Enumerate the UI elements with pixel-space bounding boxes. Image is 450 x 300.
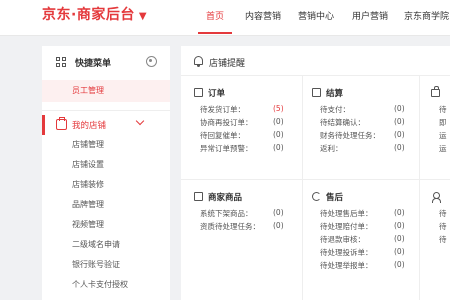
my-store-title: 我的店铺 (72, 121, 107, 131)
nav-item-jd-academy[interactable]: 京东商学院 (404, 9, 449, 22)
goods-row-value[interactable]: (0) (273, 208, 284, 217)
nav-item-user-marketing[interactable]: 用户营销 (352, 9, 388, 22)
orders-row-label[interactable]: 协商再投订单： (200, 117, 253, 128)
col3-row-label[interactable]: 待 (439, 234, 447, 245)
quick-item-label: 员工管理 (72, 86, 104, 95)
orders-row-value[interactable]: (0) (273, 117, 284, 126)
settlement-row-label[interactable]: 待支付： (320, 104, 350, 115)
nav-item-marketing-center[interactable]: 营销中心 (298, 9, 334, 22)
quick-item-staff-management[interactable]: 员工管理 (42, 80, 170, 102)
panel-title: 店铺提醒 (209, 59, 246, 69)
row-divider (181, 179, 450, 180)
sidebar-item-bank-account-verify[interactable]: 银行账号验证 (72, 259, 120, 270)
gear-icon[interactable] (146, 56, 157, 67)
settlement-row-value[interactable]: (0) (394, 104, 405, 113)
order-icon (194, 88, 203, 97)
column-divider (302, 76, 303, 300)
sidebar-item-video-management[interactable]: 视频管理 (72, 219, 104, 230)
aftersale-row-label[interactable]: 待处理投诉单： (320, 247, 373, 258)
settlement-title: 结算 (326, 89, 344, 99)
orders-row-value[interactable]: (0) (273, 143, 284, 152)
bag-icon (431, 86, 440, 97)
goods-title: 商家商品 (208, 193, 243, 203)
top-nav: 首页 内容营销 营销中心 用户营销 京东商学院 (0, 0, 450, 36)
sidebar-item-store-decoration[interactable]: 店铺装修 (72, 179, 104, 190)
aftersale-row-label[interactable]: 待处理赔付单： (320, 221, 373, 232)
col3-row-label[interactable]: 待 (439, 104, 447, 115)
orders-title: 订单 (208, 89, 226, 99)
aftersale-title: 售后 (326, 193, 344, 203)
orders-row-label[interactable]: 异常订单预警： (200, 143, 253, 154)
settlement-row-value[interactable]: (0) (394, 143, 405, 152)
settlement-icon (312, 88, 321, 97)
col3-row-label[interactable]: 运 (439, 143, 447, 154)
orders-row-value[interactable]: (0) (273, 130, 284, 139)
orders-row-label[interactable]: 待回复催单： (200, 130, 245, 141)
aftersale-row-label[interactable]: 待处理举报单： (320, 260, 373, 271)
sidebar: 快捷菜单 员工管理 我的店铺 店铺管理 店铺设置 店铺装修 品牌管理 视频管理 … (42, 46, 170, 300)
settlement-row-label[interactable]: 返利： (320, 143, 343, 154)
aftersale-row-value[interactable]: (0) (394, 221, 405, 230)
chevron-down-icon[interactable] (135, 116, 145, 126)
col3-row-label[interactable]: 即 (439, 117, 447, 128)
refresh-icon (312, 192, 321, 201)
top-header: 京东·商家后台 ▼ 首页 内容营销 营销中心 用户营销 京东商学院 (0, 0, 450, 36)
goods-icon (194, 192, 203, 201)
store-reminder-panel: 店铺提醒 订单 待发货订单： (5) 协商再投订单： (0) 待回复催单： (0… (181, 46, 450, 300)
aftersale-row-label[interactable]: 待退款审核： (320, 234, 365, 245)
panel-header: 店铺提醒 (181, 46, 450, 76)
orders-row-label[interactable]: 待发货订单： (200, 104, 245, 115)
quick-menu-header: 快捷菜单 (42, 46, 170, 78)
column-divider (419, 76, 420, 300)
col3-row-label[interactable]: 待 (439, 208, 447, 219)
nav-active-indicator (198, 32, 232, 34)
bell-icon (194, 56, 203, 67)
sidebar-item-personal-card-auth[interactable]: 个人卡支付授权 (72, 279, 128, 290)
grid-icon (56, 57, 66, 67)
nav-item-home[interactable]: 首页 (206, 9, 224, 22)
user-icon (432, 192, 441, 203)
store-icon (56, 117, 67, 130)
col3-row-label[interactable]: 待 (439, 221, 447, 232)
quick-menu-title: 快捷菜单 (75, 59, 112, 69)
aftersale-row-value[interactable]: (0) (394, 234, 405, 243)
goods-row-value[interactable]: (0) (273, 221, 284, 230)
sidebar-item-store-management[interactable]: 店铺管理 (72, 139, 104, 150)
sidebar-item-store-settings[interactable]: 店铺设置 (72, 159, 104, 170)
aftersale-row-value[interactable]: (0) (394, 260, 405, 269)
col3-row-label[interactable]: 运 (439, 130, 447, 141)
settlement-row-value[interactable]: (0) (394, 130, 405, 139)
settlement-row-label[interactable]: 待结算确认： (320, 117, 365, 128)
sidebar-item-subdomain-apply[interactable]: 二级域名申请 (72, 239, 120, 250)
nav-item-content-marketing[interactable]: 内容营销 (245, 9, 281, 22)
active-marker (42, 115, 45, 135)
goods-row-label[interactable]: 资质待处理任务： (200, 221, 260, 232)
aftersale-row-value[interactable]: (0) (394, 208, 405, 217)
aftersale-row-value[interactable]: (0) (394, 247, 405, 256)
goods-row-label[interactable]: 系统下架商品： (200, 208, 253, 219)
settlement-row-value[interactable]: (0) (394, 117, 405, 126)
orders-row-value[interactable]: (5) (273, 104, 284, 113)
aftersale-row-label[interactable]: 待处理售后单： (320, 208, 373, 219)
my-store-menu[interactable]: 我的店铺 (42, 114, 170, 136)
sidebar-item-brand-management[interactable]: 品牌管理 (72, 199, 104, 210)
sidebar-divider (42, 110, 170, 111)
settlement-row-label[interactable]: 财务待处理任务： (320, 130, 380, 141)
